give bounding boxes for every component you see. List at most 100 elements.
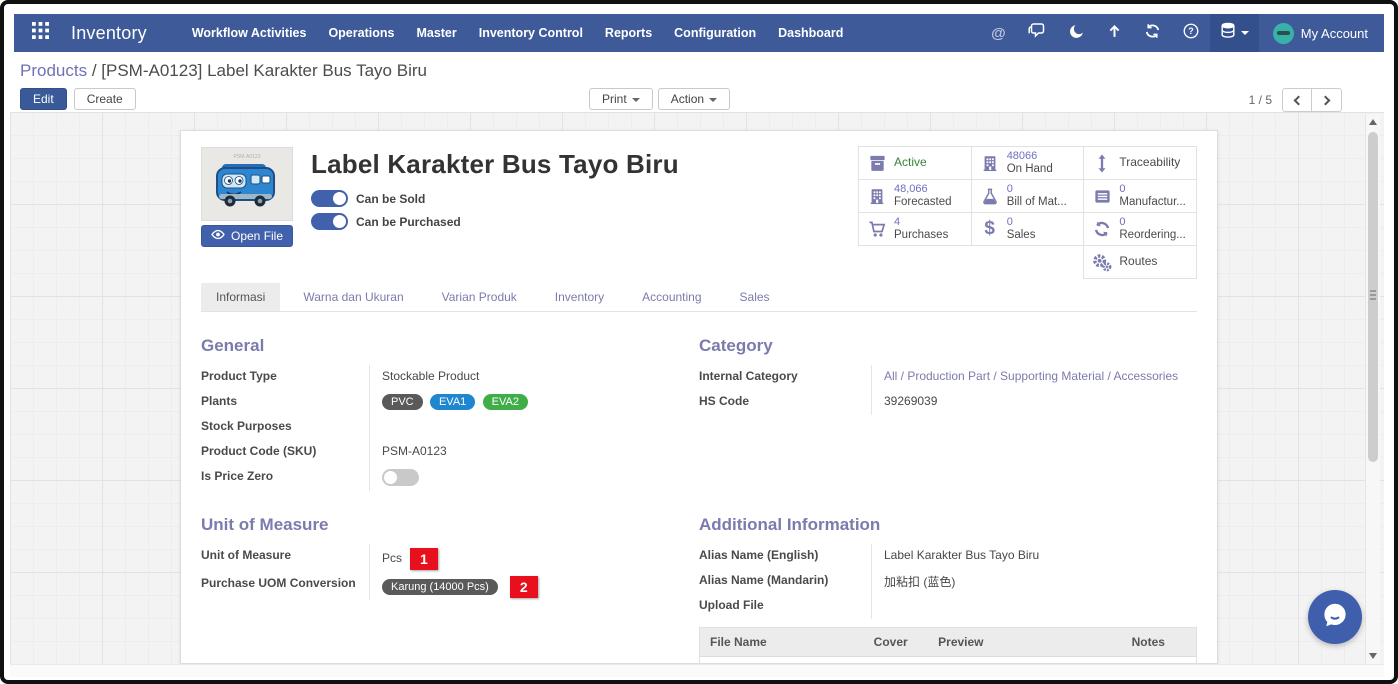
edit-button[interactable]: Edit (20, 88, 67, 110)
stat-forecasted-button[interactable]: 48,066 Forecasted (858, 179, 972, 213)
tab-accounting[interactable]: Accounting (627, 283, 716, 311)
breadcrumb-products-link[interactable]: Products (20, 61, 87, 80)
messages-button[interactable] (1017, 14, 1058, 52)
refresh-button[interactable] (1133, 14, 1172, 52)
stat-forecasted-label: Forecasted (894, 195, 952, 208)
tab-informasi[interactable]: Informasi (201, 283, 281, 311)
alias-english-value: Label Karakter Bus Tayo Biru (871, 544, 1197, 569)
stat-active-button[interactable]: Active (858, 146, 972, 180)
can-be-purchased-toggle[interactable] (311, 213, 348, 230)
tab-sales[interactable]: Sales (725, 283, 785, 311)
product-image[interactable]: PSM-A0123 (201, 147, 293, 221)
database-selector[interactable] (1209, 14, 1259, 52)
menu-workflow-activities[interactable]: Workflow Activities (181, 14, 318, 52)
column-cover[interactable]: Cover (864, 628, 928, 656)
upload-file-value (871, 594, 1197, 619)
tab-inventory[interactable]: Inventory (540, 283, 619, 311)
tab-varian-produk[interactable]: Varian Produk (427, 283, 532, 311)
section-category: Category Internal Category All / Product… (699, 336, 1197, 491)
stat-reordering-button[interactable]: 0 Reordering... (1083, 212, 1198, 246)
alias-mandarin-value: 加粘扣 (蓝色) (871, 569, 1197, 594)
menu-operations[interactable]: Operations (317, 14, 405, 52)
plant-tag-eva2[interactable]: EVA2 (482, 394, 528, 410)
stat-purchases-button[interactable]: 4 Purchases (858, 212, 972, 246)
purchase-uom-conversion-value: Karung (14000 Pcs) 2 (369, 572, 669, 600)
column-preview[interactable]: Preview (928, 628, 1121, 656)
can-be-sold-toggle[interactable] (311, 190, 348, 207)
column-notes[interactable]: Notes (1122, 628, 1196, 656)
vertical-scrollbar-thumb[interactable] (1368, 132, 1378, 462)
navbar-systray: @ ? My Account (980, 14, 1374, 52)
scroll-down-arrow-icon[interactable] (1369, 653, 1377, 659)
menu-inventory-control[interactable]: Inventory Control (468, 14, 594, 52)
tab-warna-dan-ukuran[interactable]: Warna dan Ukuran (288, 283, 418, 311)
building-icon (867, 187, 887, 206)
menu-configuration[interactable]: Configuration (663, 14, 767, 52)
action-dropdown-button[interactable]: Action (657, 88, 731, 110)
plant-tag-eva1[interactable]: EVA1 (429, 394, 476, 410)
user-account-button[interactable]: My Account (1259, 14, 1374, 52)
plants-label: Plants (201, 394, 238, 408)
vertical-scrollbar[interactable] (1365, 114, 1380, 664)
stat-bom-label: Bill of Mat... (1006, 195, 1067, 208)
pager-next-button[interactable] (1312, 88, 1342, 112)
attachments-table-header: File Name Cover Preview Notes (700, 628, 1196, 657)
open-file-button[interactable]: Open File (201, 225, 294, 247)
category-section-title: Category (699, 336, 773, 355)
up-down-arrows-icon (1092, 153, 1112, 173)
attachments-table-row[interactable] (700, 657, 1196, 663)
chevron-down-icon (709, 97, 718, 102)
print-dropdown-button[interactable]: Print (589, 88, 653, 110)
shopping-cart-icon (867, 220, 887, 238)
create-button[interactable]: Create (73, 88, 136, 110)
horizontal-scrollbar-track[interactable] (10, 664, 1384, 677)
plant-tag-pvc[interactable]: PVC (382, 394, 423, 410)
scroll-up-arrow-icon[interactable] (1369, 119, 1377, 125)
livechat-button[interactable] (1308, 590, 1362, 644)
stat-manufacturing-button[interactable]: 0 Manufactur... (1083, 179, 1198, 213)
upload-button[interactable] (1096, 14, 1133, 52)
stat-on-hand-button[interactable]: 48066 On Hand (970, 146, 1085, 180)
record-pager: 1 / 5 (1249, 88, 1342, 112)
annotation-badge-2: 2 (509, 576, 538, 598)
stat-traceability-button[interactable]: Traceability (1083, 146, 1198, 180)
help-button[interactable]: ? (1172, 14, 1210, 52)
upload-file-label: Upload File (699, 598, 764, 612)
record-action-buttons: Edit Create (20, 88, 136, 110)
internal-category-label: Internal Category (699, 369, 798, 383)
building-icon (980, 154, 1000, 173)
stat-buttons: Active 48066 On Hand Traceability 48,066 F… (858, 146, 1198, 279)
internal-category-value[interactable]: All / Production Part / Supporting Mater… (871, 365, 1197, 390)
unit-of-measure-value: Pcs 1 (369, 544, 669, 572)
is-price-zero-toggle[interactable] (382, 469, 419, 486)
hs-code-label: HS Code (699, 394, 750, 408)
chat-bubble-icon (1320, 600, 1350, 635)
attachments-table: File Name Cover Preview Notes (699, 627, 1197, 663)
dark-mode-button[interactable] (1058, 14, 1096, 52)
menu-dashboard[interactable]: Dashboard (767, 14, 854, 52)
mentions-button[interactable]: @ (980, 14, 1017, 52)
stat-sales-button[interactable]: $ 0 Sales (970, 212, 1085, 246)
section-general: General Product Type Stockable Product P… (201, 336, 669, 491)
list-panel-icon (1092, 187, 1112, 206)
stat-forecasted-value: 48,066 (894, 183, 928, 196)
column-file-name[interactable]: File Name (700, 628, 864, 656)
menu-master[interactable]: Master (405, 14, 467, 52)
product-code-value: PSM-A0123 (369, 440, 669, 465)
stat-bom-button[interactable]: 0 Bill of Mat... (970, 179, 1085, 213)
section-unit-of-measure: Unit of Measure Unit of Measure Pcs 1 Pur… (201, 515, 669, 663)
general-section-title: General (201, 336, 265, 355)
pager-previous-button[interactable] (1282, 88, 1312, 112)
plants-tags: PVC EVA1 EVA2 (369, 390, 669, 415)
stat-routes-button[interactable]: Routes (1083, 245, 1198, 279)
apps-menu-button[interactable] (24, 14, 61, 52)
stat-empty-cell (971, 245, 1085, 279)
stat-reordering-label: Reordering... (1119, 228, 1186, 241)
uom-conversion-tag[interactable]: Karung (14000 Pcs) (382, 579, 498, 596)
menu-reports[interactable]: Reports (594, 14, 663, 52)
print-action-buttons: Print Action (589, 88, 731, 110)
user-account-label: My Account (1300, 25, 1368, 41)
screenshot-frame: Inventory Workflow Activities Operations… (0, 0, 1398, 684)
product-type-value: Stockable Product (369, 365, 669, 390)
stat-traceability-label: Traceability (1119, 155, 1181, 170)
